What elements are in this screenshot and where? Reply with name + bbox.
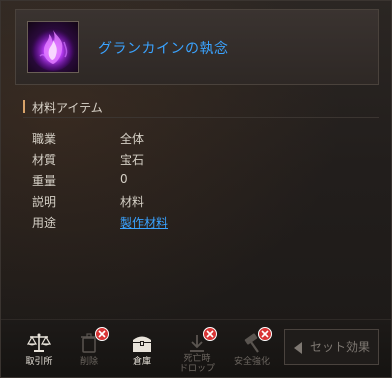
scales-icon [26, 332, 52, 354]
disabled-x-icon [203, 326, 217, 341]
usage-link[interactable]: 製作材料 [120, 214, 168, 231]
death-drop-button[interactable]: 死亡時 ドロップ [171, 327, 223, 374]
safe-enhance-label: 安全強化 [233, 357, 270, 367]
death-drop-label: 死亡時 ドロップ [178, 354, 215, 374]
chest-icon [130, 332, 154, 354]
set-effect-label: セット効果 [310, 340, 371, 354]
attr-value-material: 宝石 [120, 153, 145, 167]
attr-value-weight: 0 [120, 172, 128, 186]
disabled-x-icon [258, 326, 272, 341]
exchange-label: 取引所 [25, 357, 53, 367]
attr-label-weight: 重量 [32, 174, 57, 188]
safe-enhance-button[interactable]: 安全強化 [226, 327, 278, 370]
section-title: 材料アイテム [23, 99, 103, 116]
set-effect-button[interactable]: セット効果 [284, 329, 379, 365]
attr-label-usage: 用途 [32, 216, 57, 230]
item-name: グランカインの執念 [98, 41, 229, 57]
storage-label: 倉庫 [132, 357, 151, 367]
delete-button[interactable]: 削除 [63, 327, 115, 370]
delete-label: 削除 [79, 357, 98, 367]
storage-button[interactable]: 倉庫 [116, 332, 168, 370]
disabled-x-icon [95, 326, 109, 341]
section-divider [23, 117, 379, 118]
attr-value-class: 全体 [120, 132, 145, 146]
triangle-left-icon [294, 342, 302, 354]
item-tooltip: グランカインの執念 材料アイテム 職業 全体 材質 宝石 重量 0 説明 材料 … [0, 0, 392, 378]
attr-label-material: 材質 [32, 153, 57, 167]
attr-label-class: 職業 [32, 132, 57, 146]
attr-label-description: 説明 [32, 195, 57, 209]
attr-value-description: 材料 [120, 195, 145, 209]
exchange-button[interactable]: 取引所 [13, 332, 65, 370]
item-header: グランカインの執念 [15, 9, 379, 85]
purple-flame-crystal-icon [27, 21, 79, 73]
